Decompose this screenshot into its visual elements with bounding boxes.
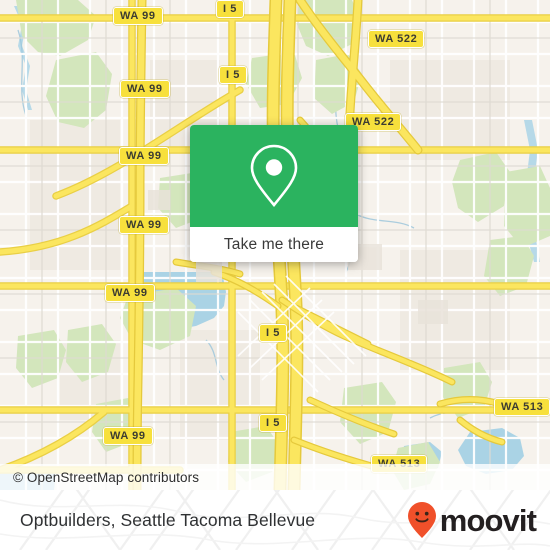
highway-shield: I 5 <box>219 66 248 84</box>
highway-shield: WA 513 <box>494 398 550 416</box>
highway-shield: WA 99 <box>120 80 170 98</box>
highway-shield: WA 522 <box>368 30 425 48</box>
highway-shield: I 5 <box>216 0 245 18</box>
location-popup-card[interactable]: Take me there <box>190 125 358 262</box>
popup-action-bar[interactable]: Take me there <box>190 227 358 262</box>
highway-shield: WA 99 <box>105 284 155 302</box>
highway-shield: WA 99 <box>103 427 153 445</box>
popup-inner: Take me there <box>190 125 358 262</box>
place-title: Optbuilders, Seattle Tacoma Bellevue <box>20 509 316 530</box>
bottom-info-bar: Optbuilders, Seattle Tacoma Bellevue moo… <box>0 490 550 550</box>
highway-shield: WA 99 <box>119 147 169 165</box>
map-pin-icon <box>250 144 298 208</box>
moovit-logo[interactable]: moovit <box>407 501 537 539</box>
highway-shield: WA 99 <box>113 7 163 25</box>
moovit-wordmark: moovit <box>439 502 537 538</box>
moovit-map-screenshot: WA 99 I 5 WA 522 WA 99 I 5 WA 522 WA 99 … <box>0 0 550 550</box>
moovit-smiley-pin-icon <box>407 502 436 538</box>
bottom-bar-content: Optbuilders, Seattle Tacoma Bellevue moo… <box>0 490 550 550</box>
attribution-text: © OpenStreetMap contributors <box>13 469 200 485</box>
highway-shield: I 5 <box>259 324 288 342</box>
popup-header <box>190 125 358 227</box>
highway-shield: I 5 <box>259 414 288 432</box>
highway-shield: WA 99 <box>119 216 169 234</box>
take-me-there-label: Take me there <box>223 235 325 253</box>
map-attribution: © OpenStreetMap contributors <box>0 464 550 490</box>
